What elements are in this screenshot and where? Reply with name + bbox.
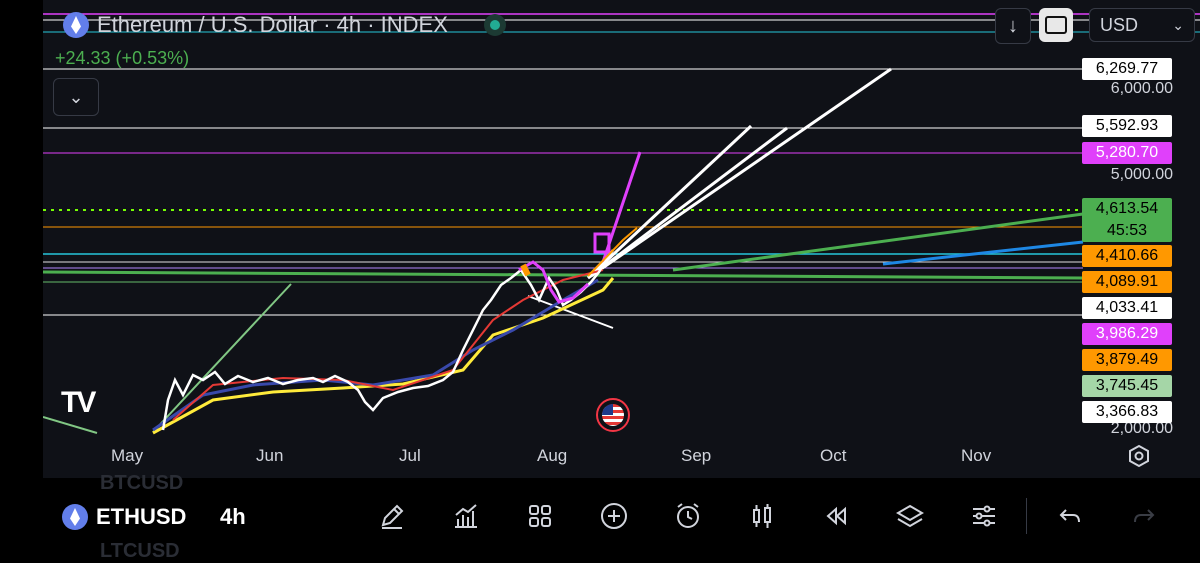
market-open-indicator [483, 14, 506, 36]
chevron-down-icon: ⌄ [68, 86, 84, 107]
fit-screen-icon [1045, 16, 1067, 34]
settings-sliders-icon [973, 505, 995, 527]
price-tag: 4,613.54 45:53 [1082, 198, 1172, 242]
add-button[interactable] [596, 498, 632, 534]
layers-button[interactable] [892, 498, 928, 534]
month-label: May [111, 446, 144, 465]
price-tag: 4,033.41 [1082, 297, 1172, 319]
price-tag: 4,410.66 [1082, 245, 1172, 267]
price-tag: 5,280.70 [1082, 142, 1172, 164]
price-tag: 3,879.49 [1082, 349, 1172, 371]
price-tag: 3,745.45 [1082, 375, 1172, 397]
month-label: Jul [399, 446, 421, 465]
redo-icon [1134, 509, 1155, 523]
bottom-toolbar: BTCUSD ETHUSD LTCUSD 4h [0, 472, 1200, 562]
grid-icon [529, 505, 551, 527]
fit-screen-button[interactable] [1039, 8, 1073, 42]
settings-button[interactable] [966, 498, 1002, 534]
collapse-chevron-button[interactable]: ⌄ [53, 78, 99, 116]
price-tag: 5,592.93 [1082, 115, 1172, 137]
us-flag-event-icon[interactable] [596, 398, 630, 432]
chart-area[interactable]: Ethereum / U.S. Dollar · 4h · INDEX +24.… [43, 0, 1200, 478]
ghost-symbol-top: BTCUSD [100, 472, 184, 494]
undo-button[interactable] [1052, 498, 1088, 534]
symbol-selector[interactable]: ETHUSD [62, 504, 186, 530]
bar-countdown: 45:53 [1106, 222, 1148, 239]
interval-selector[interactable]: 4h [220, 504, 246, 530]
indicators-button[interactable] [448, 498, 484, 534]
pen-icon [381, 504, 404, 529]
chart-type-button[interactable] [744, 498, 780, 534]
price-tag: 4,089.91 [1082, 271, 1172, 293]
download-button[interactable]: ↓ [995, 8, 1031, 44]
toolbar-divider [1026, 498, 1027, 534]
month-label: Nov [961, 446, 992, 465]
ethereum-icon [63, 12, 89, 38]
drawing-tool-button[interactable] [374, 498, 410, 534]
ethereum-icon [62, 504, 88, 530]
replay-button[interactable] [818, 498, 854, 534]
alert-button[interactable] [670, 498, 706, 534]
plus-circle-icon [601, 503, 627, 529]
tradingview-logo: TV [61, 386, 96, 419]
alarm-icon [677, 503, 699, 528]
price-tag: 6,269.77 [1082, 58, 1172, 80]
redo-button[interactable] [1126, 498, 1162, 534]
month-label: Jun [256, 446, 284, 465]
indicators-icon [455, 504, 477, 528]
arrow-down-icon: ↓ [1008, 14, 1018, 37]
layers-icon [896, 504, 924, 528]
chevron-down-icon: ⌄ [1172, 17, 1184, 33]
price-axis-label: 5,000.00 [1110, 166, 1173, 183]
price-tag: 3,986.29 [1082, 323, 1172, 345]
ghost-symbol-bottom: LTCUSD [100, 540, 180, 562]
price-axis-label: 6,000.00 [1110, 80, 1173, 97]
month-label: Aug [537, 446, 568, 465]
candles-icon [753, 504, 771, 528]
symbol-label: ETHUSD [96, 504, 187, 529]
replay-icon [826, 506, 846, 526]
price-change: +24.33 (+0.53%) [55, 48, 190, 68]
month-label: Oct [820, 446, 847, 465]
currency-select[interactable]: USD ⌄ [1089, 8, 1195, 42]
price-tag: 3,366.83 [1082, 401, 1172, 423]
currency-value: USD [1100, 14, 1139, 35]
chart-settings-icon[interactable] [1127, 444, 1151, 468]
last-price-value: 4,613.54 [1095, 200, 1159, 217]
month-label: Sep [681, 446, 712, 465]
layout-grid-button[interactable] [522, 498, 558, 534]
chart-title-text: Ethereum / U.S. Dollar · 4h · INDEX [97, 12, 448, 37]
undo-icon [1059, 509, 1080, 523]
chart-title: Ethereum / U.S. Dollar · 4h · INDEX [63, 12, 506, 38]
